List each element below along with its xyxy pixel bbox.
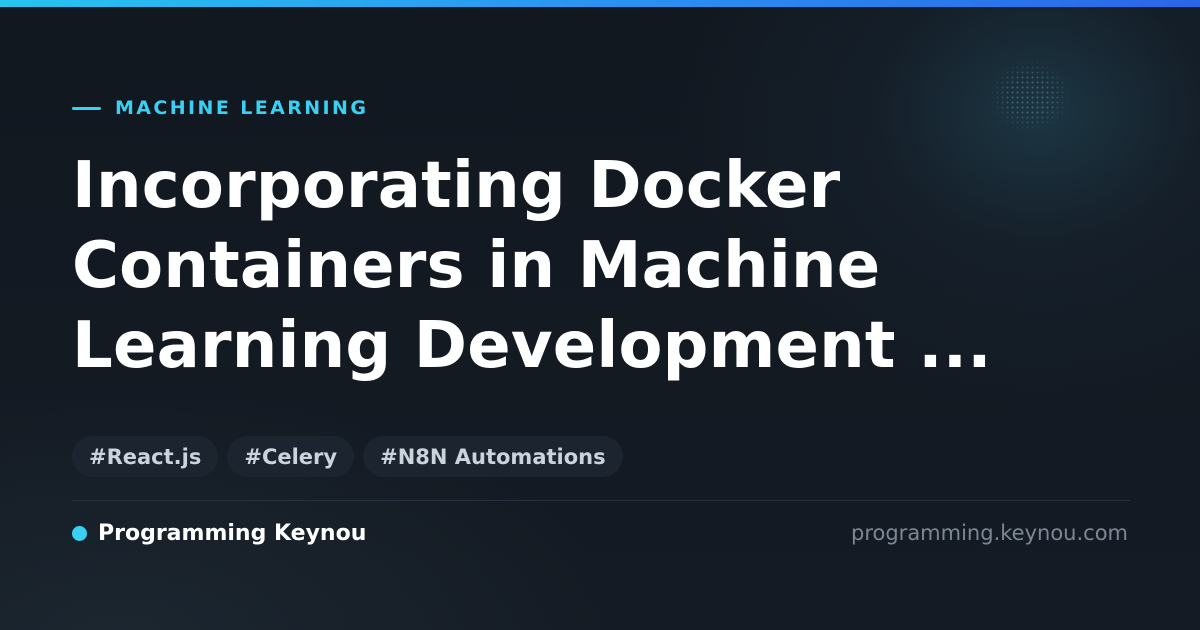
tag-celery[interactable]: #Celery [227, 436, 355, 477]
footer-brand: Programming Keynou [72, 518, 366, 548]
tag-n8n-automations[interactable]: #N8N Automations [363, 436, 623, 477]
tag-react-js[interactable]: #React.js [72, 436, 219, 477]
category-accent-line [72, 106, 101, 110]
page-title: Incorporating Docker Containers in Machi… [72, 149, 992, 383]
brand-dot-icon [72, 525, 87, 541]
category-row: MACHINE LEARNING [72, 96, 368, 120]
brand-name: Programming Keynou [98, 520, 367, 546]
top-accent-bar [0, 0, 1200, 7]
category-label: MACHINE LEARNING [115, 97, 369, 119]
dot-pattern-decoration [990, 60, 1070, 132]
footer-divider [72, 500, 1130, 501]
tag-list: #React.js #Celery #N8N Automations [72, 436, 623, 477]
site-url[interactable]: programming.keynou.com [851, 518, 1128, 548]
